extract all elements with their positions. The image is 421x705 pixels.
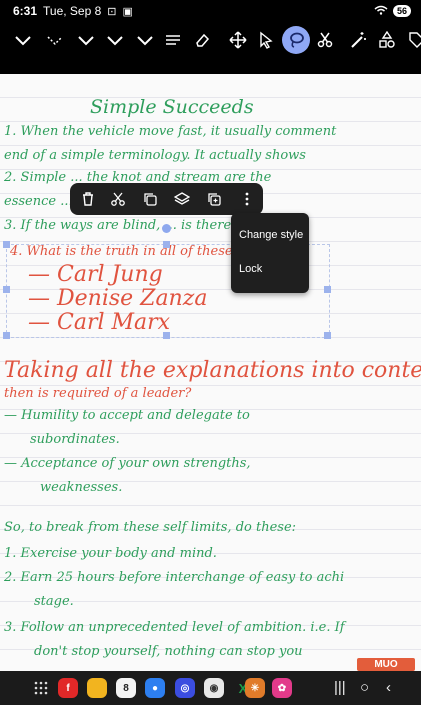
text-lines-icon[interactable] (159, 26, 187, 54)
home-icon[interactable]: ○ (360, 679, 369, 696)
note-line: stage. (34, 594, 74, 609)
note-line: Taking all the explanations into context… (4, 358, 421, 383)
note-line: 1. When the vehicle move fast, it usuall… (4, 124, 337, 139)
battery-level: 56 (392, 5, 411, 17)
messages-icon[interactable]: ● (145, 678, 165, 698)
selection-handle[interactable] (3, 241, 10, 248)
lasso-icon[interactable] (282, 26, 310, 54)
menu-item-lock[interactable]: Lock (239, 263, 262, 275)
note-canvas[interactable]: Simple Succeeds 1. When the vehicle move… (0, 74, 421, 671)
cut-icon[interactable] (107, 188, 129, 210)
tag-icon[interactable] (403, 26, 421, 54)
selection-handle[interactable] (163, 241, 170, 248)
notes-icon[interactable] (87, 678, 107, 698)
shapes-icon[interactable] (373, 26, 401, 54)
selection-handle[interactable] (3, 332, 10, 339)
back-icon[interactable]: ‹ (386, 679, 391, 696)
note-line: 3. If the ways are blind, ... is there f… (4, 218, 248, 233)
duplicate-icon[interactable] (203, 188, 225, 210)
delete-icon[interactable] (77, 188, 99, 210)
note-line: end of a simple terminology. It actually… (4, 148, 306, 163)
watermark-logo: MUO (357, 658, 415, 671)
status-time: 6:31 (13, 4, 38, 18)
note-line: 1. Exercise your body and mind. (4, 546, 217, 561)
context-menu: Change style Lock (231, 213, 309, 293)
pen-toolbar (0, 22, 421, 58)
magic-wand-icon[interactable] (344, 26, 372, 54)
selection-toolbar (70, 183, 263, 215)
note-line: then is required of a leader? (4, 386, 192, 401)
rotate-handle[interactable] (162, 224, 171, 233)
pen-5-icon[interactable] (131, 26, 159, 54)
layers-icon[interactable] (171, 188, 193, 210)
toolbar-spacer (0, 58, 421, 74)
note-line: 3. Follow an unprecedented level of ambi… (4, 620, 345, 635)
note-title: Simple Succeeds (90, 96, 254, 118)
note-line: weaknesses. (40, 480, 123, 495)
browser-icon[interactable]: ◎ (175, 678, 195, 698)
taskbar: f 8 ● ◎ ◉ X ✳ ✿ ||| ○ ‹ (0, 671, 421, 705)
note-line: — Humility to accept and delegate to (4, 408, 250, 423)
move-icon[interactable] (224, 26, 252, 54)
pen-4-icon[interactable] (101, 26, 129, 54)
selection-handle[interactable] (324, 286, 331, 293)
status-bar: 6:31 Tue, Sep 8 ⊡ ▣ 56 (0, 0, 421, 22)
menu-item-change-style[interactable]: Change style (239, 229, 303, 241)
camera-icon[interactable]: ◉ (204, 678, 224, 698)
calendar-icon[interactable]: 8 (116, 678, 136, 698)
gallery-icon: ▣ (122, 5, 133, 18)
note-line: don't stop yourself, nothing can stop yo… (34, 644, 303, 659)
pen-1-icon[interactable] (9, 26, 37, 54)
status-date: Tue, Sep 8 (43, 4, 102, 18)
flipboard-icon[interactable]: f (58, 678, 78, 698)
note-line: subordinates. (30, 432, 120, 447)
pen-2-icon[interactable] (41, 26, 69, 54)
app-grid-icon[interactable] (31, 678, 51, 698)
eraser-icon[interactable] (188, 26, 216, 54)
selection-handle[interactable] (324, 332, 331, 339)
scissors-icon[interactable] (311, 26, 339, 54)
copy-icon[interactable] (139, 188, 161, 210)
screenshot-icon: ⊡ (107, 5, 117, 18)
selection-handle[interactable] (163, 332, 170, 339)
recents-icon[interactable]: ||| (334, 679, 346, 696)
note-line: So, to break from these self limits, do … (4, 520, 297, 535)
selection-handle[interactable] (3, 286, 10, 293)
flower-app-icon[interactable]: ✿ (272, 678, 292, 698)
note-line: — Acceptance of your own strengths, (4, 456, 251, 471)
wifi-icon (374, 4, 388, 18)
asterisk-app-icon[interactable]: ✳ (245, 678, 265, 698)
note-line: 2. Earn 25 hours before interchange of e… (4, 570, 345, 585)
more-vertical-icon[interactable] (236, 188, 258, 210)
pen-3-icon[interactable] (72, 26, 100, 54)
select-arrow-icon[interactable] (252, 26, 280, 54)
